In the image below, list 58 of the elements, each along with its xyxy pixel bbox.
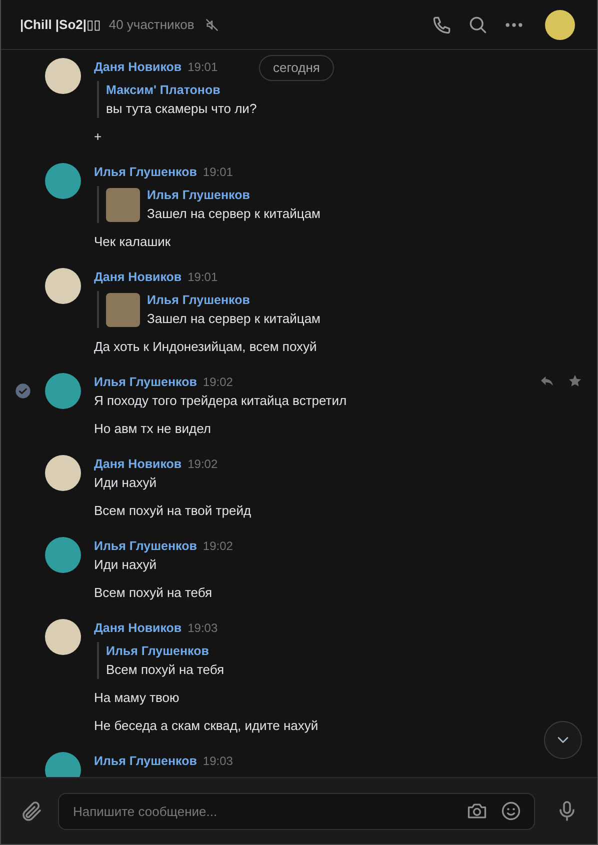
- message-time: 19:03: [202, 754, 233, 768]
- author-name[interactable]: Даня Новиков: [94, 270, 182, 284]
- author-name[interactable]: Илья Глушенков: [94, 539, 197, 553]
- user-avatar[interactable]: [45, 268, 81, 304]
- user-avatar[interactable]: [45, 619, 81, 655]
- message-text: Всем похуй на тебя: [94, 584, 212, 602]
- message-text: Иди нахуй: [94, 474, 156, 492]
- message-text: Иди нахуй: [94, 556, 156, 574]
- user-avatar[interactable]: [45, 537, 81, 573]
- reply-author: Илья Глушенков: [106, 643, 210, 660]
- message-time: 19:02: [188, 457, 218, 471]
- star-icon[interactable]: [567, 373, 583, 389]
- message-input[interactable]: Напишите сообщение...: [71, 802, 454, 820]
- user-avatar[interactable]: [45, 163, 81, 199]
- smiley-icon[interactable]: [500, 800, 522, 822]
- composer-field[interactable]: Напишите сообщение...: [58, 792, 535, 830]
- chat-title: |Chill |So2|▯▯: [20, 16, 101, 32]
- message-time: 19:01: [202, 165, 233, 179]
- reply-text: Всем похуй на тебя: [106, 661, 224, 679]
- author-name[interactable]: Илья Глушенков: [94, 754, 197, 768]
- member-count: 40 участников: [108, 17, 194, 32]
- message-text: Я походу того трейдера китайца встретил: [94, 392, 347, 410]
- message-text: Да хоть к Индонезийцам, всем похуй: [94, 338, 317, 356]
- message-text: Чек калашик: [94, 233, 171, 251]
- reply-author: Максим' Платонов: [106, 82, 222, 99]
- message-time: 19:01: [188, 60, 218, 74]
- reply-text: вы тута скамеры что ли?: [106, 100, 257, 118]
- message-text: Не беседа а скам сквад, идите нахуй: [94, 717, 318, 735]
- message-time: 19:01: [188, 270, 218, 284]
- reply-author: Илья Глушенков: [147, 187, 251, 204]
- reply-text: Зашел на сервер к китайцам: [147, 205, 320, 223]
- quoted-reply[interactable]: Илья Глушенков Зашел на сервер к китайцам: [97, 186, 320, 223]
- user-avatar[interactable]: [45, 58, 81, 94]
- message-time: 19:03: [188, 621, 218, 635]
- reply-text: Зашел на сервер к китайцам: [147, 310, 320, 328]
- user-avatar[interactable]: [45, 373, 81, 409]
- author-name[interactable]: Даня Новиков: [94, 457, 182, 471]
- date-pill: сегодня: [259, 55, 334, 81]
- photo-placeholder: [106, 292, 140, 326]
- author-name[interactable]: Даня Новиков: [94, 60, 182, 74]
- check-circle-icon[interactable]: [15, 383, 31, 399]
- message-time: 19:02: [202, 539, 233, 553]
- author-name[interactable]: Илья Глушенков: [94, 375, 197, 389]
- reply-author: Илья Глушенков: [147, 292, 251, 309]
- message-text: +: [94, 128, 102, 146]
- photo-placeholder: [106, 188, 140, 222]
- message-text: На маму твою: [94, 689, 180, 707]
- message-text: Но авм тх не видел: [94, 420, 211, 438]
- author-name[interactable]: Даня Новиков: [94, 621, 182, 635]
- quoted-reply[interactable]: Максим' Платонов вы тута скамеры что ли?: [97, 81, 257, 118]
- message-time: 19:02: [202, 375, 233, 389]
- author-name[interactable]: Илья Глушенков: [94, 165, 197, 179]
- paperclip-icon[interactable]: [20, 799, 44, 823]
- quoted-reply[interactable]: Илья Глушенков Всем похуй на тебя: [97, 642, 224, 679]
- message-text: Всем похуй на твой трейд: [94, 502, 252, 520]
- quoted-reply[interactable]: Илья Глушенков Зашел на сервер к китайцам: [97, 291, 320, 328]
- chat-avatar[interactable]: [545, 10, 575, 40]
- user-avatar[interactable]: [45, 455, 81, 491]
